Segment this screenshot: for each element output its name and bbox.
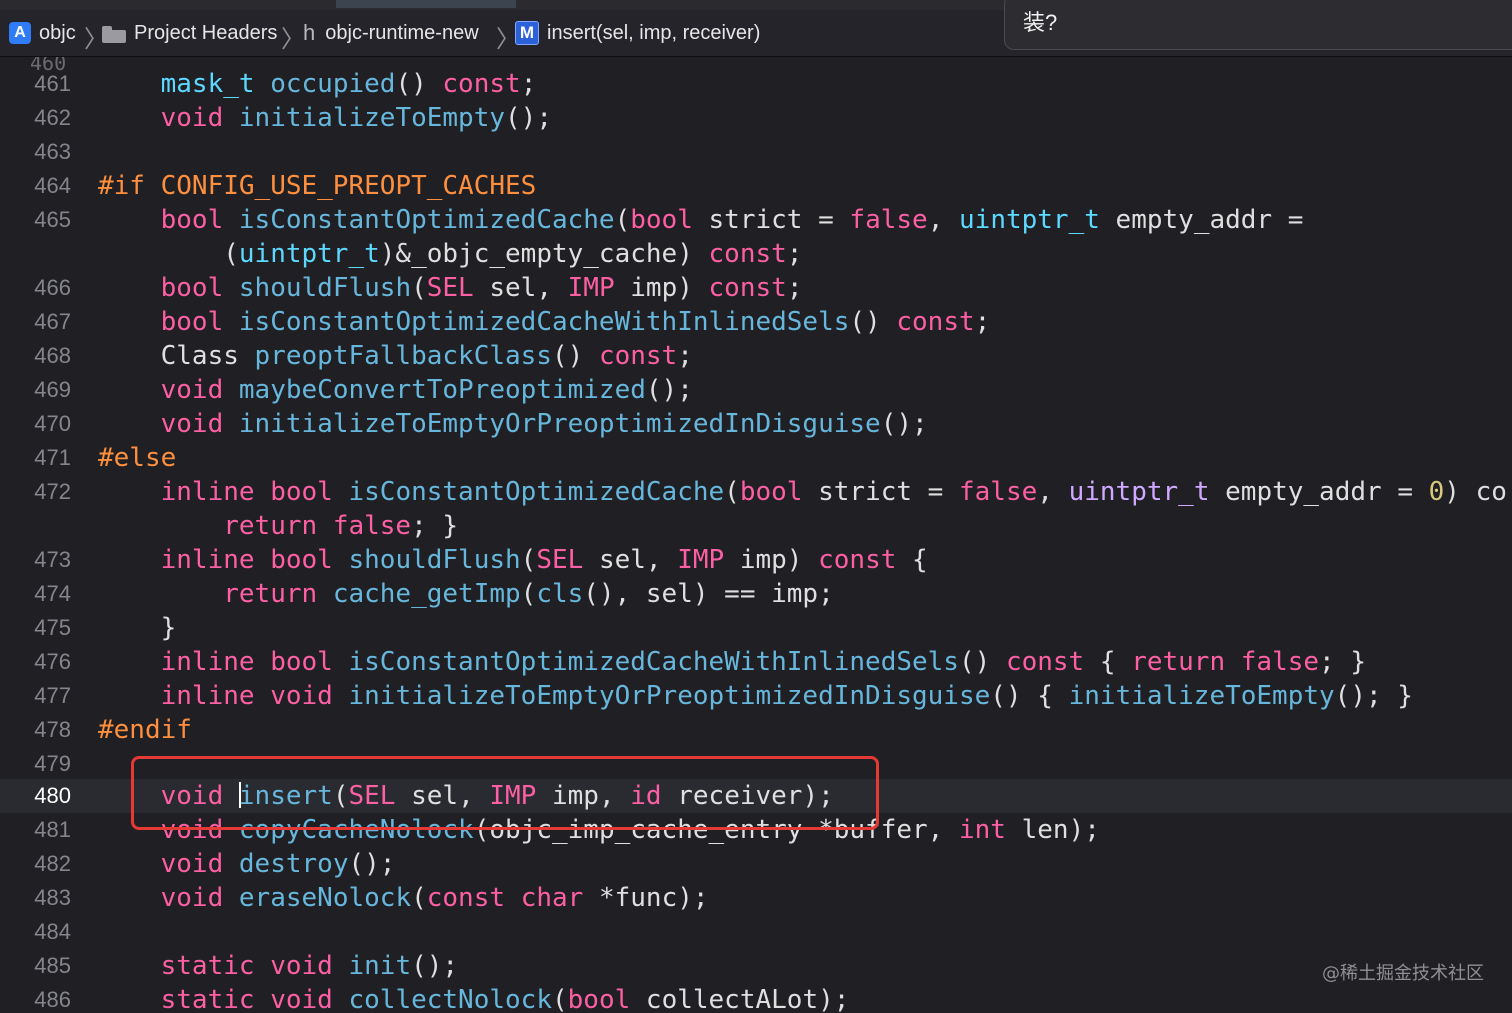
line-number: 481	[34, 817, 71, 842]
code-text: Class preoptFallbackClass() const;	[98, 341, 693, 371]
line-number: 478	[34, 717, 71, 742]
code-text: #endif	[98, 715, 192, 745]
code-text: return cache_getImp(cls(), sel) == imp;	[223, 579, 834, 609]
code-text: mask_t occupied() const;	[160, 69, 537, 99]
line-number: 472	[34, 479, 71, 504]
line-number: 469	[34, 377, 71, 402]
code-text: bool shouldFlush(SEL sel, IMP imp) const…	[160, 273, 803, 303]
line-number: 484	[34, 919, 71, 944]
line-number: 462	[34, 105, 71, 130]
breadcrumb-group-label: Project Headers	[134, 21, 278, 44]
line-number: 466	[34, 275, 71, 300]
line-number: 477	[34, 683, 71, 708]
breadcrumb-file[interactable]: h objc-runtime-new	[303, 10, 479, 56]
code-text: static void init();	[160, 951, 459, 981]
code-text: inline bool shouldFlush(SEL sel, IMP imp…	[160, 545, 928, 575]
breadcrumb-group[interactable]: Project Headers	[102, 10, 277, 56]
breadcrumb-project[interactable]: A objc	[9, 10, 76, 56]
code-text: inline void initializeToEmptyOrPreoptimi…	[160, 681, 1413, 711]
breadcrumb-file-label: objc-runtime-new	[325, 21, 479, 44]
code-text: inline bool isConstantOptimizedCacheWith…	[160, 647, 1367, 677]
line-number: 464	[34, 173, 71, 198]
code-text: #if CONFIG_USE_PREOPT_CACHES	[98, 171, 537, 201]
line-number: 480	[34, 783, 71, 808]
line-number: 475	[34, 615, 71, 640]
code-editor[interactable]: 460 461 mask_t occupied() const; 462 void…	[0, 57, 1512, 1013]
line-number: 474	[34, 581, 71, 606]
code-text: void initializeToEmptyOrPreoptimizedInDi…	[160, 409, 928, 439]
code-text: inline bool isConstantOptimizedCache(boo…	[160, 477, 1507, 507]
chevron-right-icon: 〉	[281, 25, 305, 53]
breadcrumb-project-label: objc	[39, 21, 76, 44]
code-text: (uintptr_t)&_objc_empty_cache) const;	[98, 239, 803, 269]
line-number: 485	[34, 953, 71, 978]
line-number: 465	[34, 207, 71, 232]
line-number: 473	[34, 547, 71, 572]
xcode-project-icon: A	[9, 22, 31, 44]
line-number: 479	[34, 751, 71, 776]
code-text: static void collectNolock(bool collectAL…	[160, 985, 850, 1013]
line-number: 483	[34, 885, 71, 910]
code-text: void maybeConvertToPreoptimized();	[160, 375, 693, 405]
line-number: 467	[34, 309, 71, 334]
popover-panel: 装?	[1004, 0, 1512, 50]
code-text: bool isConstantOptimizedCacheWithInlined…	[160, 307, 991, 337]
code-text: void eraseNolock(const char *func);	[160, 883, 709, 913]
annotation-highlight-box	[131, 756, 879, 830]
code-text: }	[98, 613, 177, 643]
line-number: 486	[34, 987, 71, 1012]
popover-text: 装?	[1023, 10, 1058, 35]
folder-icon	[102, 26, 126, 43]
method-icon: M	[515, 21, 539, 45]
line-number: 471	[34, 445, 71, 470]
code-text: #else	[98, 443, 177, 473]
line-number: 482	[34, 851, 71, 876]
line-number: 461	[34, 71, 71, 96]
code-text: bool isConstantOptimizedCache(bool stric…	[160, 205, 1304, 235]
code-text: void destroy();	[160, 849, 396, 879]
line-number: 476	[34, 649, 71, 674]
breadcrumb-symbol-label: insert(sel, imp, receiver)	[547, 21, 761, 44]
line-number: 463	[34, 139, 71, 164]
watermark: @稀土掘金技术社区	[1322, 963, 1484, 984]
code-text: void initializeToEmpty();	[160, 103, 552, 133]
header-file-icon: h	[303, 20, 316, 45]
code-text: return false; }	[223, 511, 459, 541]
line-number: 468	[34, 343, 71, 368]
breadcrumb-symbol[interactable]: M insert(sel, imp, receiver)	[515, 10, 760, 56]
line-number: 470	[34, 411, 71, 436]
active-tab-indicator	[336, 0, 516, 8]
